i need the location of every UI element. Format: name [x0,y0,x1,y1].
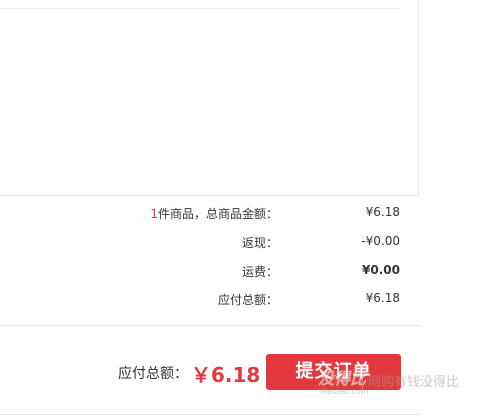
shipping-value: ¥0.00 [362,263,400,277]
checkout-bottom-divider [0,414,420,415]
order-items-panel [0,0,419,196]
shipping-label: 运费： [241,265,278,279]
items-total-value: ¥6.18 [365,205,400,219]
panel-divider [0,8,400,9]
submit-order-button[interactable]: 提交订单 [266,354,401,390]
items-count: 1 [150,207,158,221]
rebate-value: -¥0.00 [361,234,400,248]
items-total-label-text: 件商品，总商品金额： [157,207,278,221]
rebate-label: 返现： [241,236,278,250]
order-checkout-page: 1件商品，总商品金额： ¥6.18 返现： -¥0.00 运费： ¥0.00 应… [0,0,481,420]
checkout-total-label: 应付总额： [118,366,188,382]
checkout-total-value: ￥6.18 [191,363,261,387]
summary-row-items-total: 1件商品，总商品金额： ¥6.18 [0,205,400,223]
summary-row-payable: 应付总额： ¥6.18 [0,291,400,309]
items-total-label: 1件商品，总商品金额： [150,205,278,222]
checkout-bar: 应付总额： ￥6.18 提交订单 [0,326,481,420]
summary-row-rebate: 返现： -¥0.00 [0,234,400,252]
summary-row-shipping: 运费： ¥0.00 [0,263,400,281]
payable-label: 应付总额： [217,293,278,307]
payable-value: ¥6.18 [365,291,400,305]
